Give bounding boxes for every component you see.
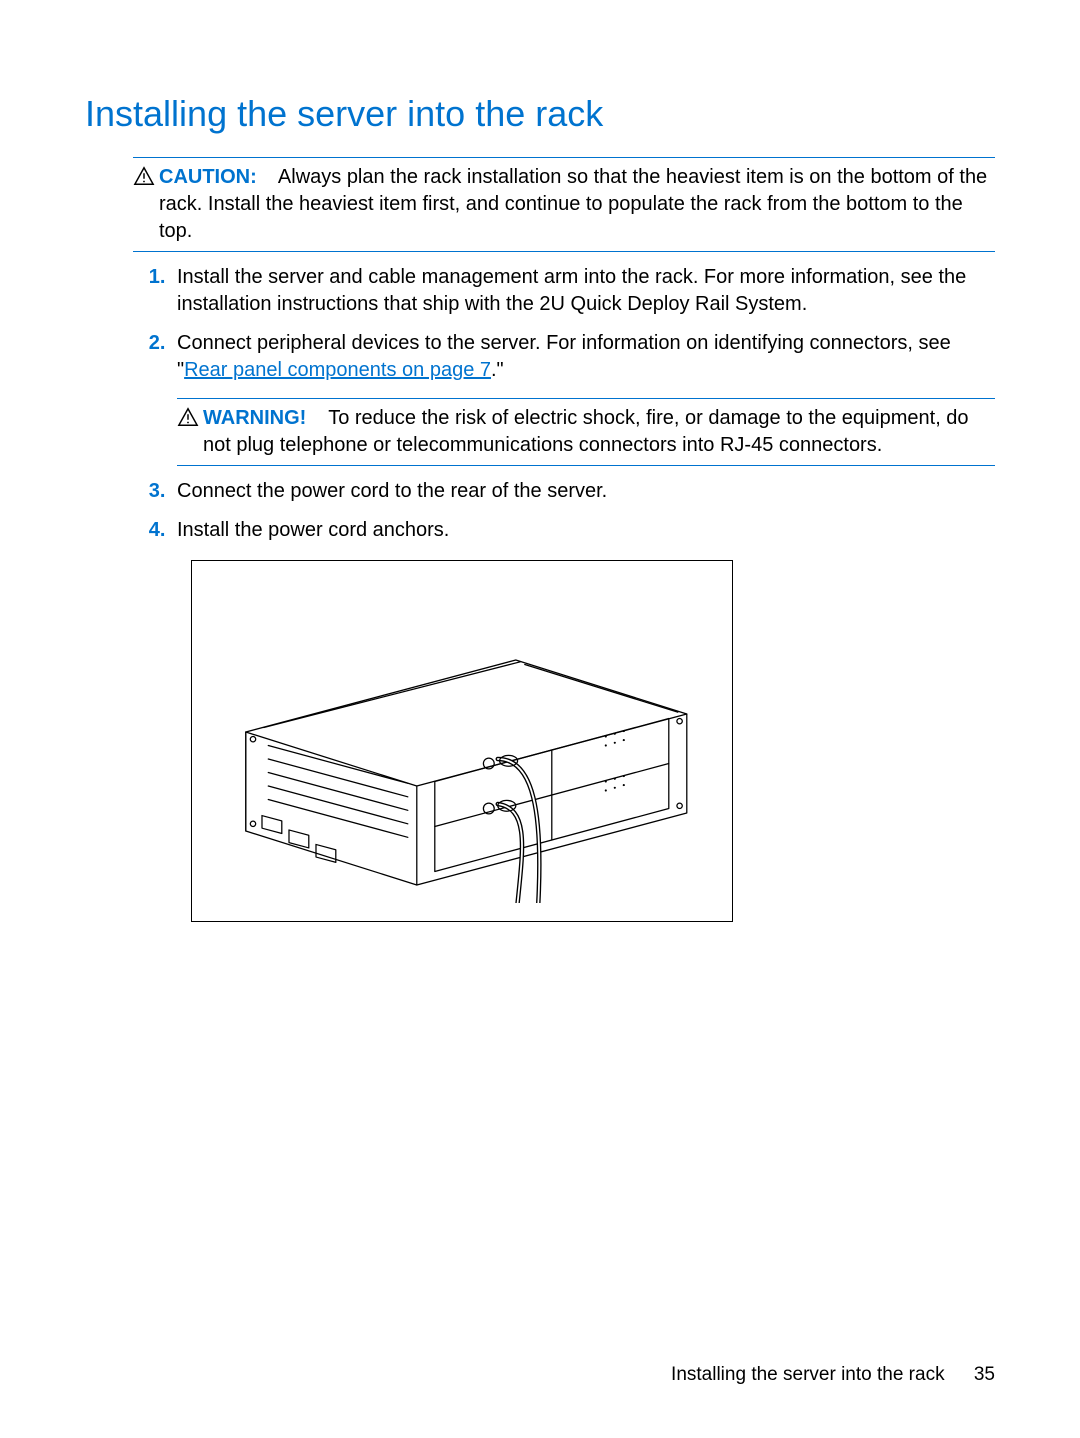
step-1: Install the server and cable management …	[171, 264, 995, 318]
step-2-post: ."	[491, 359, 504, 381]
warning-label: WARNING!	[203, 407, 306, 429]
step-3: Connect the power cord to the rear of th…	[171, 478, 995, 505]
caution-box: CAUTION: Always plan the rack installati…	[133, 157, 995, 252]
page-footer: Installing the server into the rack 35	[671, 1362, 995, 1388]
rear-panel-link[interactable]: Rear panel components on page 7	[184, 359, 491, 381]
caution-label: CAUTION:	[159, 166, 257, 188]
caution-text: Always plan the rack installation so tha…	[159, 166, 987, 242]
footer-title: Installing the server into the rack	[671, 1364, 945, 1385]
step-list: Install the server and cable management …	[133, 264, 995, 544]
footer-page-number: 35	[974, 1364, 995, 1385]
server-line-art-icon	[208, 579, 716, 903]
warning-triangle-icon	[133, 165, 159, 195]
section-heading: Installing the server into the rack	[85, 90, 995, 139]
warning-box: WARNING! To reduce the risk of electric …	[177, 398, 995, 466]
server-rear-illustration	[191, 560, 733, 922]
step-4: Install the power cord anchors.	[171, 517, 995, 544]
step-2: Connect peripheral devices to the server…	[171, 330, 995, 466]
warning-triangle-icon	[177, 406, 203, 436]
